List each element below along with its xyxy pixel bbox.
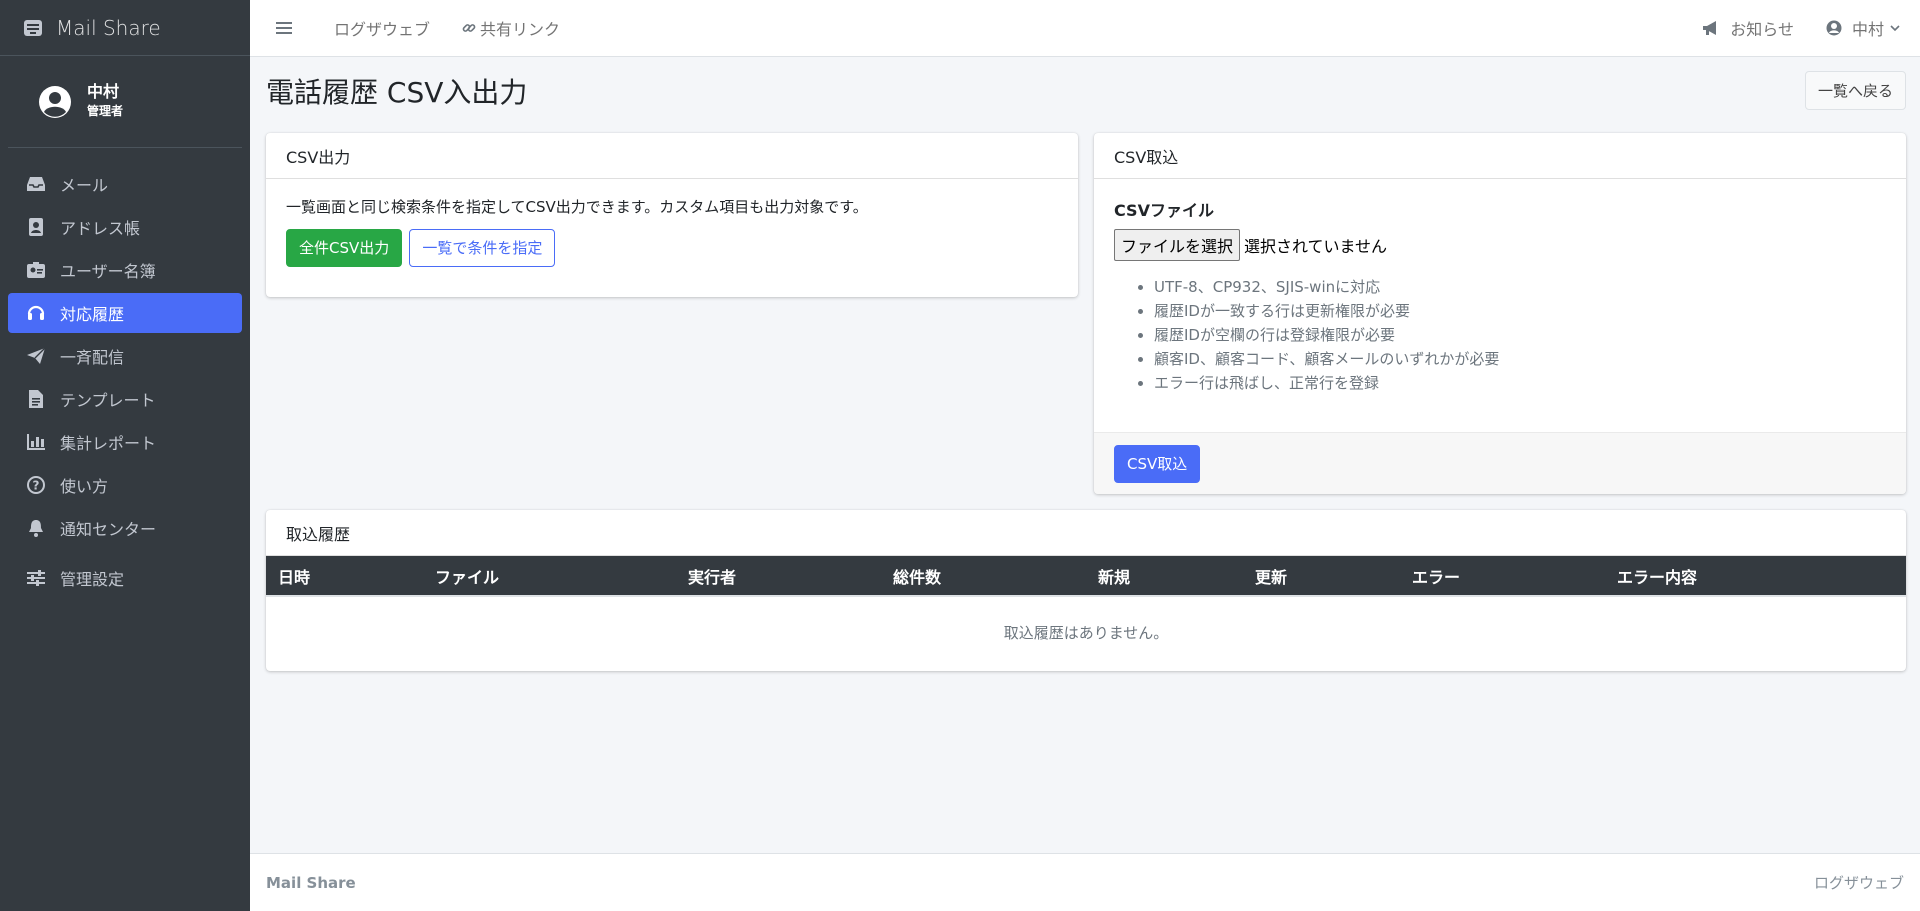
column-header: 実行者 bbox=[688, 567, 737, 587]
sliders-icon bbox=[26, 568, 46, 588]
choose-file-button[interactable]: ファイルを選択 bbox=[1114, 229, 1241, 261]
sidebar-item-label: 管理設定 bbox=[60, 570, 125, 589]
table-row: 取込履歴はありません。 bbox=[266, 595, 1906, 668]
back-to-list-button[interactable]: 一覧へ戻る bbox=[1804, 70, 1906, 110]
csv-file-input[interactable]: ファイルを選択 選択されていません bbox=[1114, 229, 1886, 261]
sidebar-item-label: テンプレート bbox=[60, 391, 156, 410]
inbox-icon bbox=[26, 174, 46, 194]
chevron-down-icon bbox=[1890, 25, 1900, 32]
brand-link[interactable]: Mail Share bbox=[0, 0, 250, 56]
import-history-table: 日時 ファイル 実行者 総件数 新規 更新 エラー エラー内容 取込履歴はありま… bbox=[266, 556, 1906, 668]
menu-toggle-icon[interactable] bbox=[274, 18, 294, 38]
user-panel[interactable]: 中村 管理者 bbox=[8, 56, 242, 148]
page-header: 電話履歴 CSV入出力 一覧へ戻る bbox=[266, 57, 1906, 125]
sidebar-item-label: メール bbox=[60, 176, 109, 195]
share-link-label: 共有リンク bbox=[480, 20, 561, 39]
main-content: 電話履歴 CSV入出力 一覧へ戻る CSV出力 一覧画面と同じ検索条件を指定して… bbox=[266, 57, 1906, 671]
footer: Mail Share ログザウェブ bbox=[250, 853, 1920, 911]
filter-in-list-button[interactable]: 一覧で条件を指定 bbox=[409, 229, 556, 267]
headset-icon bbox=[26, 303, 46, 323]
column-header: エラー bbox=[1412, 567, 1461, 587]
column-header: ファイル bbox=[435, 567, 500, 587]
sidebar-item-report[interactable]: 集計レポート bbox=[8, 422, 242, 462]
notices-label: お知らせ bbox=[1730, 20, 1794, 39]
sidebar-item-label: 通知センター bbox=[60, 520, 157, 539]
topbar: ログザウェブ 共有リンク お知らせ 中村 bbox=[250, 0, 1920, 57]
csv-export-header: CSV出力 bbox=[266, 133, 1078, 179]
sidebar-item-label: 使い方 bbox=[60, 477, 109, 496]
column-header: 日時 bbox=[278, 567, 311, 587]
table-header-row: 日時 ファイル 実行者 総件数 新規 更新 エラー エラー内容 bbox=[266, 556, 1906, 596]
sidebar: Mail Share 中村 管理者 メール アドレス帳 ユーザー名簿 対応履歴 bbox=[0, 0, 250, 911]
column-header: 総件数 bbox=[893, 567, 942, 587]
user-role: 管理者 bbox=[87, 104, 124, 119]
paper-plane-icon bbox=[26, 346, 46, 366]
brand-name: Mail Share bbox=[56, 15, 161, 40]
address-book-icon bbox=[26, 217, 46, 237]
sidebar-item-label: ユーザー名簿 bbox=[60, 262, 156, 281]
file-status-text: 選択されていません bbox=[1244, 237, 1388, 256]
megaphone-icon bbox=[1703, 21, 1717, 35]
help-item: 顧客ID、顧客コード、顧客メールのいずれかが必要 bbox=[1154, 347, 1886, 371]
export-all-csv-button[interactable]: 全件CSV出力 bbox=[286, 229, 403, 267]
sidebar-item-broadcast[interactable]: 一斉配信 bbox=[8, 336, 242, 376]
page-title: 電話履歴 CSV入出力 bbox=[266, 76, 528, 109]
user-menu[interactable]: 中村 bbox=[1826, 16, 1904, 40]
help-item: 履歴IDが空欄の行は登録権限が必要 bbox=[1154, 323, 1886, 347]
csv-export-description: 一覧画面と同じ検索条件を指定してCSV出力できます。カスタム項目も出力対象です。 bbox=[286, 198, 868, 216]
link-icon bbox=[462, 24, 476, 32]
mailbox-icon bbox=[22, 17, 44, 39]
csv-file-label: CSVファイル bbox=[1114, 201, 1214, 220]
csv-import-header: CSV取込 bbox=[1094, 133, 1906, 179]
import-help-list: UTF-8、CP932、SJIS-winに対応 履歴IDが一致する行は更新権限が… bbox=[1154, 275, 1886, 395]
csv-import-card: CSV取込 CSVファイル ファイルを選択 選択されていません UTF-8、CP… bbox=[1094, 133, 1906, 494]
csv-import-footer: CSV取込 bbox=[1094, 432, 1906, 494]
footer-link[interactable]: ログザウェブ bbox=[1814, 872, 1904, 893]
bell-icon bbox=[26, 518, 46, 538]
svg-text:?: ? bbox=[33, 479, 40, 493]
empty-history-message: 取込履歴はありません。 bbox=[266, 595, 1906, 668]
share-link[interactable]: 共有リンク bbox=[462, 16, 560, 40]
sidebar-item-address-book[interactable]: アドレス帳 bbox=[8, 207, 242, 247]
sidebar-item-user-directory[interactable]: ユーザー名簿 bbox=[8, 250, 242, 290]
import-history-header: 取込履歴 bbox=[266, 510, 1906, 556]
sidebar-nav: メール アドレス帳 ユーザー名簿 対応履歴 一斉配信 テンプレート 集計レポート… bbox=[0, 148, 250, 598]
user-avatar-icon bbox=[39, 85, 71, 118]
sidebar-item-label: アドレス帳 bbox=[60, 219, 141, 238]
logout-link[interactable]: ログザウェブ bbox=[334, 16, 430, 40]
notices-link[interactable]: お知らせ bbox=[1702, 16, 1794, 40]
sidebar-item-template[interactable]: テンプレート bbox=[8, 379, 242, 419]
sidebar-item-label: 一斉配信 bbox=[60, 348, 125, 367]
help-item: 履歴IDが一致する行は更新権限が必要 bbox=[1154, 299, 1886, 323]
csv-export-card: CSV出力 一覧画面と同じ検索条件を指定してCSV出力できます。カスタム項目も出… bbox=[266, 133, 1078, 297]
column-header: 更新 bbox=[1255, 567, 1288, 587]
sidebar-item-help[interactable]: ? 使い方 bbox=[8, 465, 242, 505]
csv-import-button[interactable]: CSV取込 bbox=[1114, 444, 1201, 483]
user-menu-label: 中村 bbox=[1851, 20, 1884, 39]
sidebar-item-label: 集計レポート bbox=[60, 434, 157, 453]
user-circle-icon bbox=[1826, 20, 1842, 36]
file-icon bbox=[26, 389, 46, 409]
footer-brand: Mail Share bbox=[266, 873, 356, 892]
user-name: 中村 bbox=[87, 81, 120, 101]
help-item: エラー行は飛ばし、正常行を登録 bbox=[1154, 371, 1886, 395]
column-header: エラー内容 bbox=[1617, 567, 1698, 587]
column-header: 新規 bbox=[1098, 567, 1131, 587]
sidebar-item-label: 対応履歴 bbox=[60, 305, 125, 324]
import-history-card: 取込履歴 日時 ファイル 実行者 総件数 新規 更新 エラー エラー内容 取込履… bbox=[266, 510, 1906, 671]
chart-bar-icon bbox=[26, 432, 46, 452]
id-badge-icon bbox=[26, 260, 46, 280]
sidebar-item-notifications[interactable]: 通知センター bbox=[8, 508, 242, 548]
question-circle-icon: ? bbox=[26, 475, 46, 495]
sidebar-item-mail[interactable]: メール bbox=[8, 164, 242, 204]
sidebar-item-admin-settings[interactable]: 管理設定 bbox=[8, 558, 242, 598]
sidebar-item-history[interactable]: 対応履歴 bbox=[8, 293, 242, 333]
help-item: UTF-8、CP932、SJIS-winに対応 bbox=[1154, 275, 1886, 299]
